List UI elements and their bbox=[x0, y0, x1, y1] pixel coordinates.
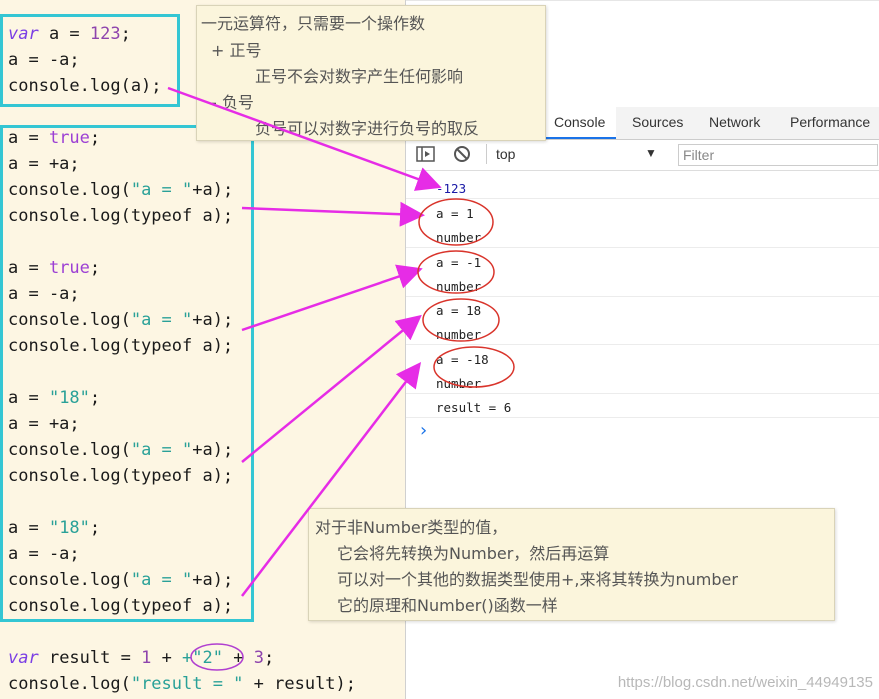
highlight-box bbox=[0, 14, 180, 107]
console-prompt-icon[interactable]: › bbox=[418, 420, 429, 441]
console-output-line: a = 18 bbox=[436, 303, 482, 318]
code-line: console.log("result = " + result); bbox=[8, 674, 357, 694]
console-output-line: a = -18 bbox=[436, 352, 489, 367]
tab-performance[interactable]: Performance bbox=[790, 107, 870, 139]
annotation-note: 对于非Number类型的值， 它会将先转换为Number，然后再运算 可以对一个… bbox=[308, 508, 835, 621]
filter-input[interactable]: Filter bbox=[678, 144, 878, 166]
console-output-line: number bbox=[436, 230, 482, 245]
sidebar-toggle-icon[interactable] bbox=[416, 145, 436, 166]
tab-console[interactable]: Console bbox=[544, 107, 616, 139]
console-output-line: number bbox=[436, 279, 482, 294]
console-output-line: a = -1 bbox=[436, 255, 482, 270]
console-output-line: -123 bbox=[436, 181, 467, 196]
divider bbox=[406, 393, 879, 394]
console-output-line: number bbox=[436, 327, 482, 342]
divider bbox=[406, 198, 879, 199]
console-toolbar: top ▼ Filter bbox=[406, 140, 879, 171]
toolbar-divider bbox=[486, 144, 487, 164]
context-selector[interactable]: top bbox=[496, 146, 515, 162]
console-output-line: number bbox=[436, 376, 482, 391]
divider bbox=[406, 296, 879, 297]
code-line: var result = 1 + +"2" + 3; bbox=[8, 648, 275, 668]
watermark: https://blog.csdn.net/weixin_44949135 bbox=[617, 674, 873, 691]
console-output-line: a = 1 bbox=[436, 206, 474, 221]
tab-network[interactable]: Network bbox=[709, 107, 760, 139]
divider bbox=[406, 344, 879, 345]
divider bbox=[406, 247, 879, 248]
divider bbox=[406, 417, 879, 418]
highlight-box bbox=[0, 125, 254, 622]
clear-console-icon[interactable] bbox=[453, 145, 471, 166]
console-output-line: result = 6 bbox=[436, 400, 512, 415]
chevron-down-icon[interactable]: ▼ bbox=[645, 146, 657, 160]
tab-sources[interactable]: Sources bbox=[632, 107, 683, 139]
annotation-note: 一元运算符，只需要一个操作数 + 正号 正号不会对数字产生任何影响 - 负号 负… bbox=[196, 5, 546, 141]
